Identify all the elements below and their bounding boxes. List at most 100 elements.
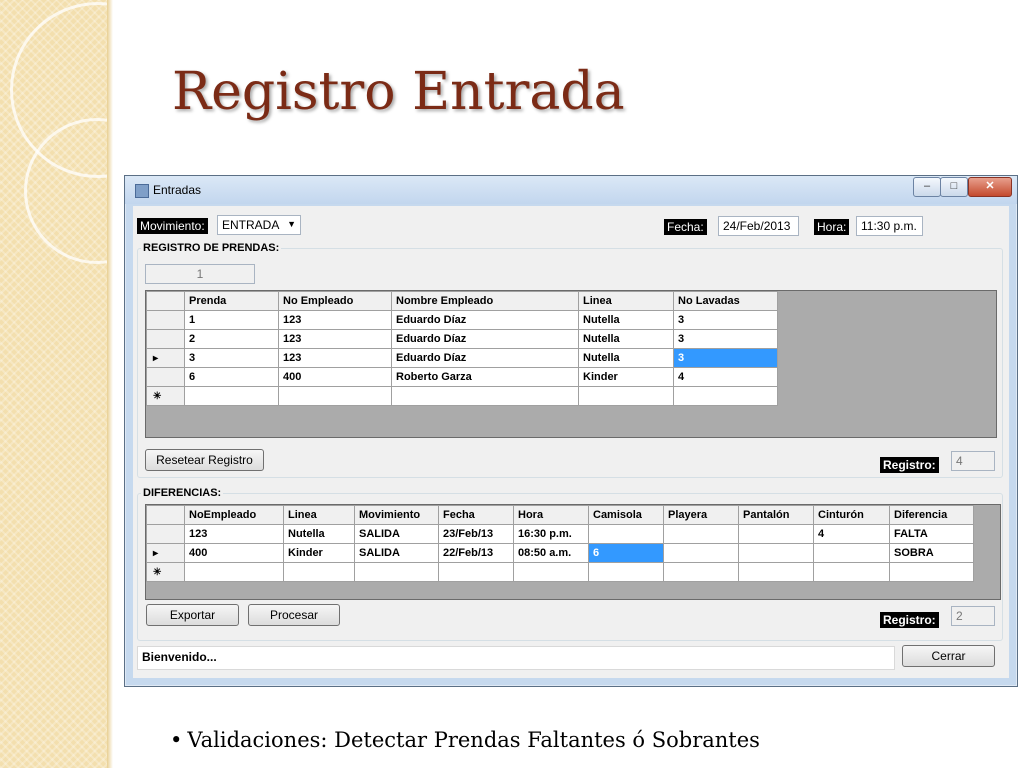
- column-header[interactable]: NoEmpleado: [184, 505, 284, 525]
- column-header[interactable]: Fecha: [438, 505, 514, 525]
- table-cell[interactable]: 16:30 p.m.: [513, 524, 589, 544]
- table-cell[interactable]: 23/Feb/13: [438, 524, 514, 544]
- column-header[interactable]: Diferencia: [889, 505, 974, 525]
- table-cell[interactable]: [438, 562, 514, 582]
- table-cell[interactable]: 123: [278, 329, 392, 349]
- table-cell[interactable]: [513, 562, 589, 582]
- table-cell[interactable]: 123: [278, 348, 392, 368]
- table-cell[interactable]: FALTA: [889, 524, 974, 544]
- table-cell[interactable]: 3: [673, 310, 778, 330]
- column-header[interactable]: Linea: [578, 291, 674, 311]
- new-row[interactable]: ✳: [146, 386, 778, 406]
- table-cell[interactable]: [663, 543, 739, 563]
- table-cell[interactable]: [588, 524, 664, 544]
- procesar-button[interactable]: Procesar: [248, 604, 340, 626]
- table-row[interactable]: ▸ 3 123 Eduardo Díaz Nutella 3: [146, 348, 778, 368]
- column-header[interactable]: Playera: [663, 505, 739, 525]
- selected-cell[interactable]: 6: [588, 543, 664, 563]
- table-cell[interactable]: Nutella: [578, 310, 674, 330]
- column-header[interactable]: Prenda: [184, 291, 279, 311]
- diferencias-count-field[interactable]: 2: [951, 606, 995, 626]
- column-header[interactable]: Camisola: [588, 505, 664, 525]
- table-cell[interactable]: [813, 543, 890, 563]
- row-header[interactable]: [146, 524, 185, 544]
- table-cell[interactable]: [588, 562, 664, 582]
- table-cell[interactable]: [663, 562, 739, 582]
- table-cell[interactable]: [391, 386, 579, 406]
- column-header[interactable]: Cinturón: [813, 505, 890, 525]
- table-cell[interactable]: Nutella: [283, 524, 355, 544]
- table-cell[interactable]: SALIDA: [354, 524, 439, 544]
- registro-prendas-count-field[interactable]: 4: [951, 451, 995, 471]
- exportar-button[interactable]: Exportar: [146, 604, 239, 626]
- table-cell[interactable]: [813, 562, 890, 582]
- table-cell[interactable]: 3: [673, 329, 778, 349]
- table-cell[interactable]: [738, 562, 814, 582]
- table-cell[interactable]: SALIDA: [354, 543, 439, 563]
- prenda-counter-field[interactable]: 1: [145, 264, 255, 284]
- table-cell[interactable]: 1: [184, 310, 279, 330]
- table-cell[interactable]: 123: [184, 524, 284, 544]
- resetear-registro-button[interactable]: Resetear Registro: [145, 449, 264, 471]
- table-cell[interactable]: Roberto Garza: [391, 367, 579, 387]
- table-cell[interactable]: 400: [184, 543, 284, 563]
- current-row-indicator-icon[interactable]: ▸: [146, 543, 185, 563]
- column-header[interactable]: No Empleado: [278, 291, 392, 311]
- window-titlebar[interactable]: Entradas – □ ✕: [125, 176, 1017, 204]
- table-cell[interactable]: 2: [184, 329, 279, 349]
- current-row-indicator-icon[interactable]: ▸: [146, 348, 185, 368]
- close-window-button[interactable]: ✕: [968, 177, 1012, 197]
- table-cell[interactable]: Nutella: [578, 329, 674, 349]
- table-cell[interactable]: SOBRA: [889, 543, 974, 563]
- table-cell[interactable]: [738, 524, 814, 544]
- diferencias-grid[interactable]: NoEmpleado Linea Movimiento Fecha Hora C…: [145, 504, 1001, 600]
- table-cell[interactable]: [663, 524, 739, 544]
- table-cell[interactable]: [578, 386, 674, 406]
- column-header[interactable]: Pantalón: [738, 505, 814, 525]
- table-cell[interactable]: Eduardo Díaz: [391, 329, 579, 349]
- minimize-button[interactable]: –: [913, 177, 941, 197]
- hora-field[interactable]: 11:30 p.m.: [856, 216, 923, 236]
- movimiento-select[interactable]: ENTRADA ▼: [217, 215, 301, 235]
- table-cell[interactable]: [738, 543, 814, 563]
- maximize-button[interactable]: □: [940, 177, 968, 197]
- table-cell[interactable]: [673, 386, 778, 406]
- table-cell[interactable]: 4: [813, 524, 890, 544]
- selected-cell[interactable]: 3: [673, 348, 778, 368]
- table-cell[interactable]: Kinder: [578, 367, 674, 387]
- table-cell[interactable]: 123: [278, 310, 392, 330]
- table-cell[interactable]: Kinder: [283, 543, 355, 563]
- table-cell[interactable]: Eduardo Díaz: [391, 348, 579, 368]
- column-header[interactable]: Hora: [513, 505, 589, 525]
- table-cell[interactable]: [283, 562, 355, 582]
- table-row[interactable]: 6 400 Roberto Garza Kinder 4: [146, 367, 778, 387]
- table-row[interactable]: 2 123 Eduardo Díaz Nutella 3: [146, 329, 778, 349]
- table-cell[interactable]: 4: [673, 367, 778, 387]
- table-row[interactable]: 1 123 Eduardo Díaz Nutella 3: [146, 310, 778, 330]
- row-header[interactable]: [146, 367, 185, 387]
- table-cell[interactable]: 400: [278, 367, 392, 387]
- table-cell[interactable]: Eduardo Díaz: [391, 310, 579, 330]
- fecha-field[interactable]: 24/Feb/2013: [718, 216, 799, 236]
- column-header[interactable]: No Lavadas: [673, 291, 778, 311]
- table-cell[interactable]: [889, 562, 974, 582]
- table-row[interactable]: 123 Nutella SALIDA 23/Feb/13 16:30 p.m. …: [146, 524, 974, 544]
- column-header[interactable]: Movimiento: [354, 505, 439, 525]
- table-cell[interactable]: [184, 562, 284, 582]
- column-header[interactable]: Linea: [283, 505, 355, 525]
- table-cell[interactable]: 3: [184, 348, 279, 368]
- table-cell[interactable]: 08:50 a.m.: [513, 543, 589, 563]
- new-row-icon[interactable]: ✳: [146, 386, 185, 406]
- table-cell[interactable]: 6: [184, 367, 279, 387]
- table-row[interactable]: ▸ 400 Kinder SALIDA 22/Feb/13 08:50 a.m.…: [146, 543, 974, 563]
- column-header[interactable]: Nombre Empleado: [391, 291, 579, 311]
- row-header[interactable]: [146, 329, 185, 349]
- new-row[interactable]: ✳: [146, 562, 974, 582]
- table-cell[interactable]: [278, 386, 392, 406]
- new-row-icon[interactable]: ✳: [146, 562, 185, 582]
- table-cell[interactable]: 22/Feb/13: [438, 543, 514, 563]
- cerrar-button[interactable]: Cerrar: [902, 645, 995, 667]
- table-cell[interactable]: [184, 386, 279, 406]
- table-cell[interactable]: Nutella: [578, 348, 674, 368]
- table-cell[interactable]: [354, 562, 439, 582]
